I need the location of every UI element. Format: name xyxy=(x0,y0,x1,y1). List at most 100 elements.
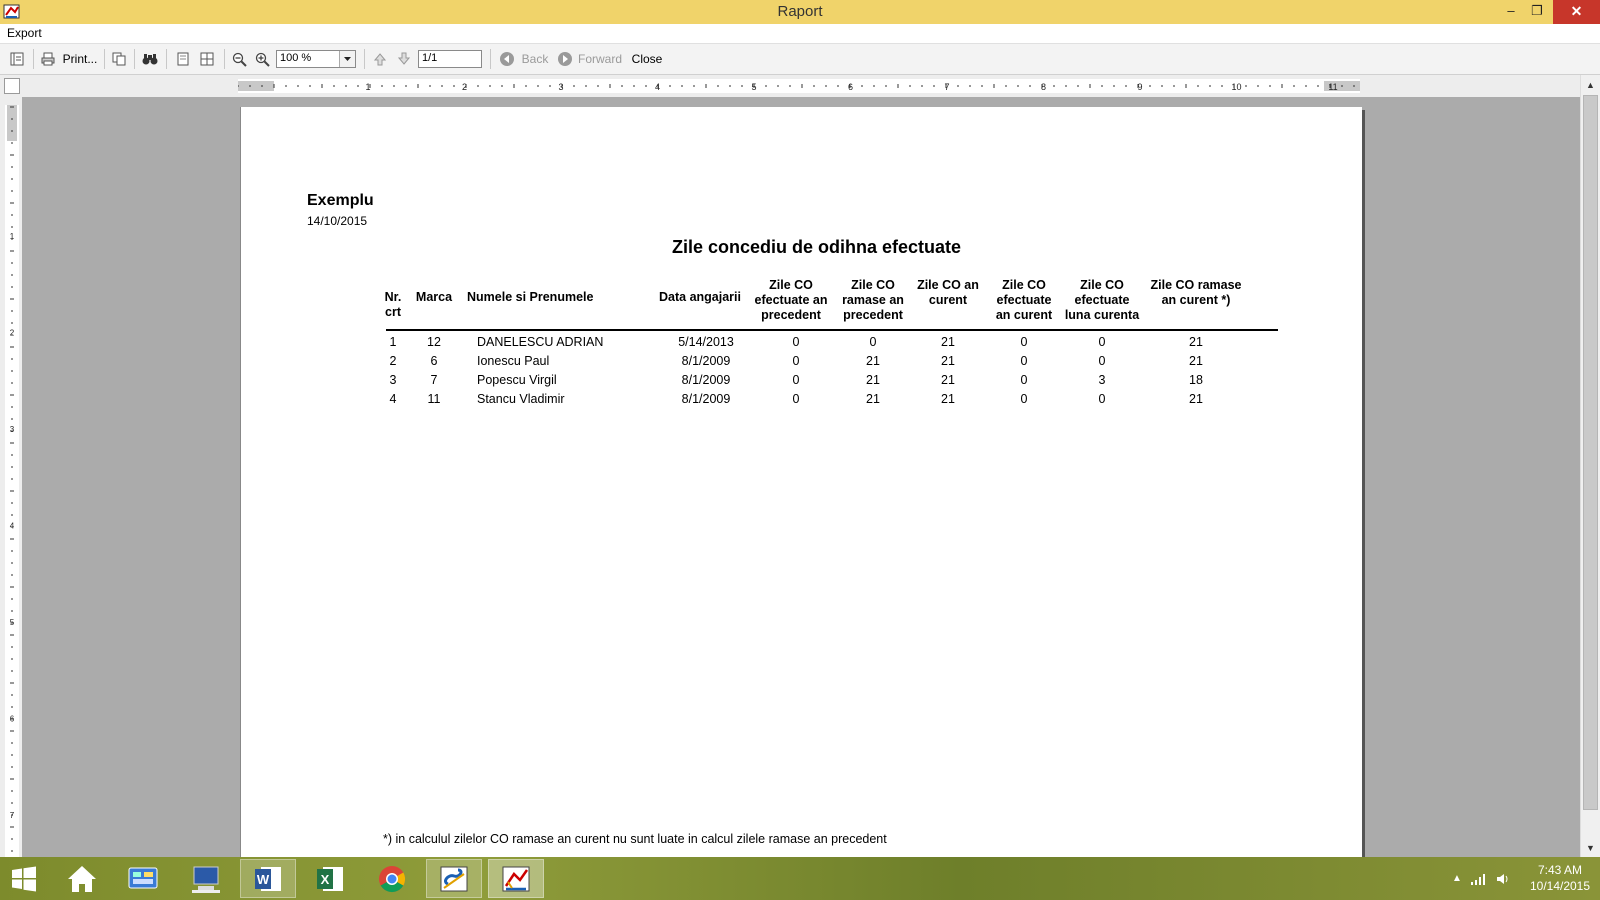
computer-icon[interactable] xyxy=(180,859,232,898)
chrome-icon[interactable] xyxy=(366,859,418,898)
toolbar-separator xyxy=(224,49,225,69)
prev-page-icon[interactable] xyxy=(372,50,388,68)
chevron-down-icon[interactable] xyxy=(339,51,355,67)
header-nume: Numele si Prenumele xyxy=(467,290,594,304)
horizontal-ruler-bar: 1 2 3 4 5 6 7 8 9 10 11 xyxy=(0,75,1580,97)
cell-marca: 6 xyxy=(430,354,438,368)
header-efectuate-an-curent: Zile CO efectuate an curent xyxy=(995,278,1053,322)
report-page: Exemplu 14/10/2015 Zile concediu de odih… xyxy=(240,107,1362,867)
cell-marca: 11 xyxy=(427,392,441,406)
single-page-icon[interactable] xyxy=(174,50,192,68)
cell-efect-curent: 0 xyxy=(1020,373,1028,387)
toolbar-separator xyxy=(33,49,34,69)
printer-icon[interactable] xyxy=(40,50,56,68)
close-button[interactable]: Close xyxy=(631,50,663,68)
tray-overflow-icon[interactable]: ▲ xyxy=(1452,857,1462,900)
cell-efect-prec: 0 xyxy=(792,354,800,368)
control-panel-icon[interactable] xyxy=(117,859,169,898)
ruler-margin-top xyxy=(7,105,17,141)
menu-export[interactable]: Export xyxy=(7,26,42,40)
cell-data: 8/1/2009 xyxy=(681,354,731,368)
ruler-number: 5 xyxy=(751,82,756,92)
forward-button[interactable]: Forward xyxy=(578,50,622,68)
system-clock[interactable]: 7:43 AM 10/14/2015 xyxy=(1520,862,1600,894)
header-ramase-precedent: Zile CO ramase an precedent xyxy=(842,278,904,322)
taskbar: W X ▲ 7:43 AM 10/14/2015 xyxy=(0,857,1600,900)
ruler-number: 5 xyxy=(10,618,15,627)
cell-data: 5/14/2013 xyxy=(678,335,734,349)
cell-efect-prec: 0 xyxy=(792,335,800,349)
volume-icon[interactable] xyxy=(1496,857,1510,900)
cell-ramase-prec: 21 xyxy=(866,354,880,368)
cell-ramase-curent: 21 xyxy=(1189,354,1203,368)
ruler-number: 1 xyxy=(365,82,370,92)
zoom-out-icon[interactable] xyxy=(230,50,248,68)
svg-text:X: X xyxy=(321,872,330,887)
zoom-in-icon[interactable] xyxy=(253,50,271,68)
cell-marca: 12 xyxy=(427,335,441,349)
report-date: 14/10/2015 xyxy=(307,214,368,228)
report-footnote: *) in calculul zilelor CO ramase an cure… xyxy=(383,832,887,846)
app-report-icon[interactable] xyxy=(488,859,544,898)
maximize-button[interactable]: ❐ xyxy=(1522,0,1552,24)
cell-efect-prec: 0 xyxy=(792,392,800,406)
next-page-icon[interactable] xyxy=(396,50,412,68)
multi-page-icon[interactable] xyxy=(198,50,216,68)
cell-an-curent: 21 xyxy=(941,392,955,406)
cell-ramase-prec: 21 xyxy=(866,373,880,387)
print-button[interactable]: Print... xyxy=(63,50,98,68)
header-efectuate-precedent: Zile CO efectuate an precedent xyxy=(754,278,828,322)
title-bar: Raport – ❐ ✕ xyxy=(0,0,1600,24)
ruler-number: 9 xyxy=(1137,82,1142,92)
report-title: Zile concediu de odihna efectuate xyxy=(671,237,962,257)
cell-efect-curent: 0 xyxy=(1020,392,1028,406)
back-arrow-icon[interactable] xyxy=(498,50,516,68)
home-icon[interactable] xyxy=(56,859,108,898)
company-name: Exemplu xyxy=(307,192,374,209)
ruler-corner[interactable] xyxy=(4,78,20,94)
toolbar: Print... 100 % 1/1 Back Forward Close xyxy=(0,44,1600,75)
forward-arrow-icon[interactable] xyxy=(556,50,574,68)
cell-efect-luna: 0 xyxy=(1098,392,1106,406)
cell-an-curent: 21 xyxy=(941,335,955,349)
cell-data: 8/1/2009 xyxy=(681,373,731,387)
cell-data: 8/1/2009 xyxy=(681,392,731,406)
page-number-input[interactable]: 1/1 xyxy=(418,50,482,68)
vertical-ruler-bar: 1 2 3 4 5 6 7 xyxy=(0,97,22,857)
close-window-button[interactable]: ✕ xyxy=(1553,0,1600,24)
cell-ramase-prec: 21 xyxy=(866,392,880,406)
cell-marca: 7 xyxy=(430,373,438,387)
vertical-scrollbar[interactable]: ▲ ▼ xyxy=(1580,75,1600,857)
zoom-select[interactable]: 100 % xyxy=(276,50,356,68)
outline-icon[interactable] xyxy=(8,50,26,68)
ruler-number: 7 xyxy=(10,811,15,820)
toolbar-separator xyxy=(166,49,167,69)
start-windows-icon[interactable] xyxy=(0,859,48,898)
ruler-number: 7 xyxy=(944,82,949,92)
ruler-number: 6 xyxy=(10,715,15,724)
header-ramase-an-curent: Zile CO ramase an curent *) xyxy=(1150,278,1242,307)
find-binoculars-icon[interactable] xyxy=(141,50,159,68)
back-button[interactable]: Back xyxy=(520,50,550,68)
horizontal-ruler: 1 2 3 4 5 6 7 8 9 10 11 xyxy=(238,79,1360,93)
cell-nume: DANELESCU ADRIAN xyxy=(477,335,604,349)
network-icon[interactable] xyxy=(1470,857,1486,900)
cell-efect-curent: 0 xyxy=(1020,335,1028,349)
app-s-icon[interactable] xyxy=(426,859,482,898)
cell-efect-curent: 0 xyxy=(1020,354,1028,368)
scroll-up-icon[interactable]: ▲ xyxy=(1586,80,1595,90)
copy-icon[interactable] xyxy=(110,50,128,68)
cell-an-curent: 21 xyxy=(941,373,955,387)
excel-icon[interactable]: X xyxy=(304,859,356,898)
svg-text:W: W xyxy=(257,872,270,887)
ruler-number: 10 xyxy=(1231,82,1241,92)
cell-nume: Stancu Vladimir xyxy=(477,392,565,406)
word-icon[interactable]: W xyxy=(240,859,296,898)
scroll-thumb[interactable] xyxy=(1583,95,1598,810)
scroll-down-icon[interactable]: ▼ xyxy=(1586,843,1595,853)
vertical-ruler: 1 2 3 4 5 6 7 xyxy=(5,105,19,857)
ruler-number: 8 xyxy=(1041,82,1046,92)
header-data-angajarii: Data angajarii xyxy=(659,290,741,304)
ruler-number: 3 xyxy=(558,82,563,92)
clock-time: 7:43 AM xyxy=(1537,863,1583,877)
